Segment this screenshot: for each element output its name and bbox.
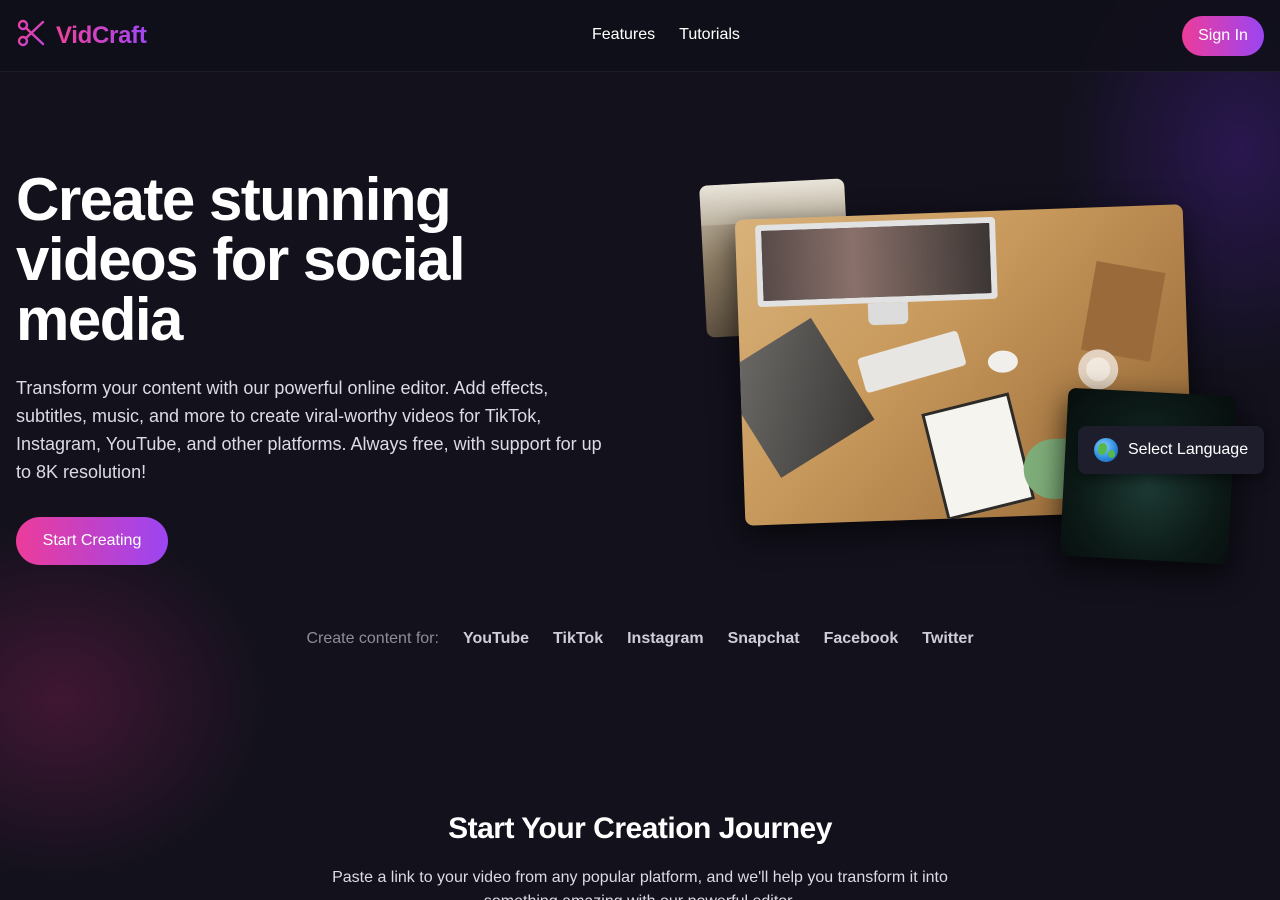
image-monitor	[754, 216, 998, 308]
start-creating-button[interactable]: Start Creating	[16, 517, 168, 565]
journey-title: Start Your Creation Journey	[448, 812, 832, 845]
platform-instagram: Instagram	[627, 630, 704, 647]
hero-description: Transform your content with our powerful…	[16, 378, 602, 482]
platform-facebook: Facebook	[823, 630, 899, 647]
main-nav: Features Tutorials	[592, 26, 740, 44]
image-notepad	[1080, 261, 1166, 362]
platform-tiktok: TikTok	[553, 630, 604, 647]
image-notebook	[921, 392, 1036, 521]
image-mouse	[987, 350, 1019, 374]
image-keyboard	[856, 330, 967, 394]
journey-description: Paste a link to your video from any popu…	[332, 869, 948, 900]
platform-twitter: Twitter	[922, 630, 974, 647]
globe-icon	[1094, 438, 1118, 462]
sign-in-button[interactable]: Sign In	[1182, 16, 1264, 56]
platforms-label: Create content for:	[306, 630, 439, 647]
image-mug	[1077, 348, 1119, 391]
image-laptop	[734, 317, 875, 478]
hero-image-dark	[1059, 387, 1237, 565]
page: VidCraft Features Tutorials Sign In Crea…	[0, 0, 1280, 900]
image-monitor-stand	[867, 301, 909, 326]
hero-title: Create stunning videos for social media	[16, 166, 466, 353]
nav-features[interactable]: Features	[592, 26, 655, 44]
platforms-row: Create content for: YouTube TikTok Insta…	[0, 630, 1280, 648]
scissors-icon	[16, 18, 46, 53]
select-language-label: Select Language	[1128, 441, 1249, 458]
header: VidCraft Features Tutorials Sign In	[0, 0, 1280, 72]
platform-youtube: YouTube	[462, 630, 530, 647]
brand-logo[interactable]: VidCraft	[16, 18, 147, 53]
brand-name: VidCraft	[56, 21, 147, 49]
select-language-button[interactable]: Select Language	[1078, 426, 1264, 474]
platform-snapchat: Snapchat	[727, 630, 800, 647]
nav-tutorials[interactable]: Tutorials	[679, 26, 740, 44]
